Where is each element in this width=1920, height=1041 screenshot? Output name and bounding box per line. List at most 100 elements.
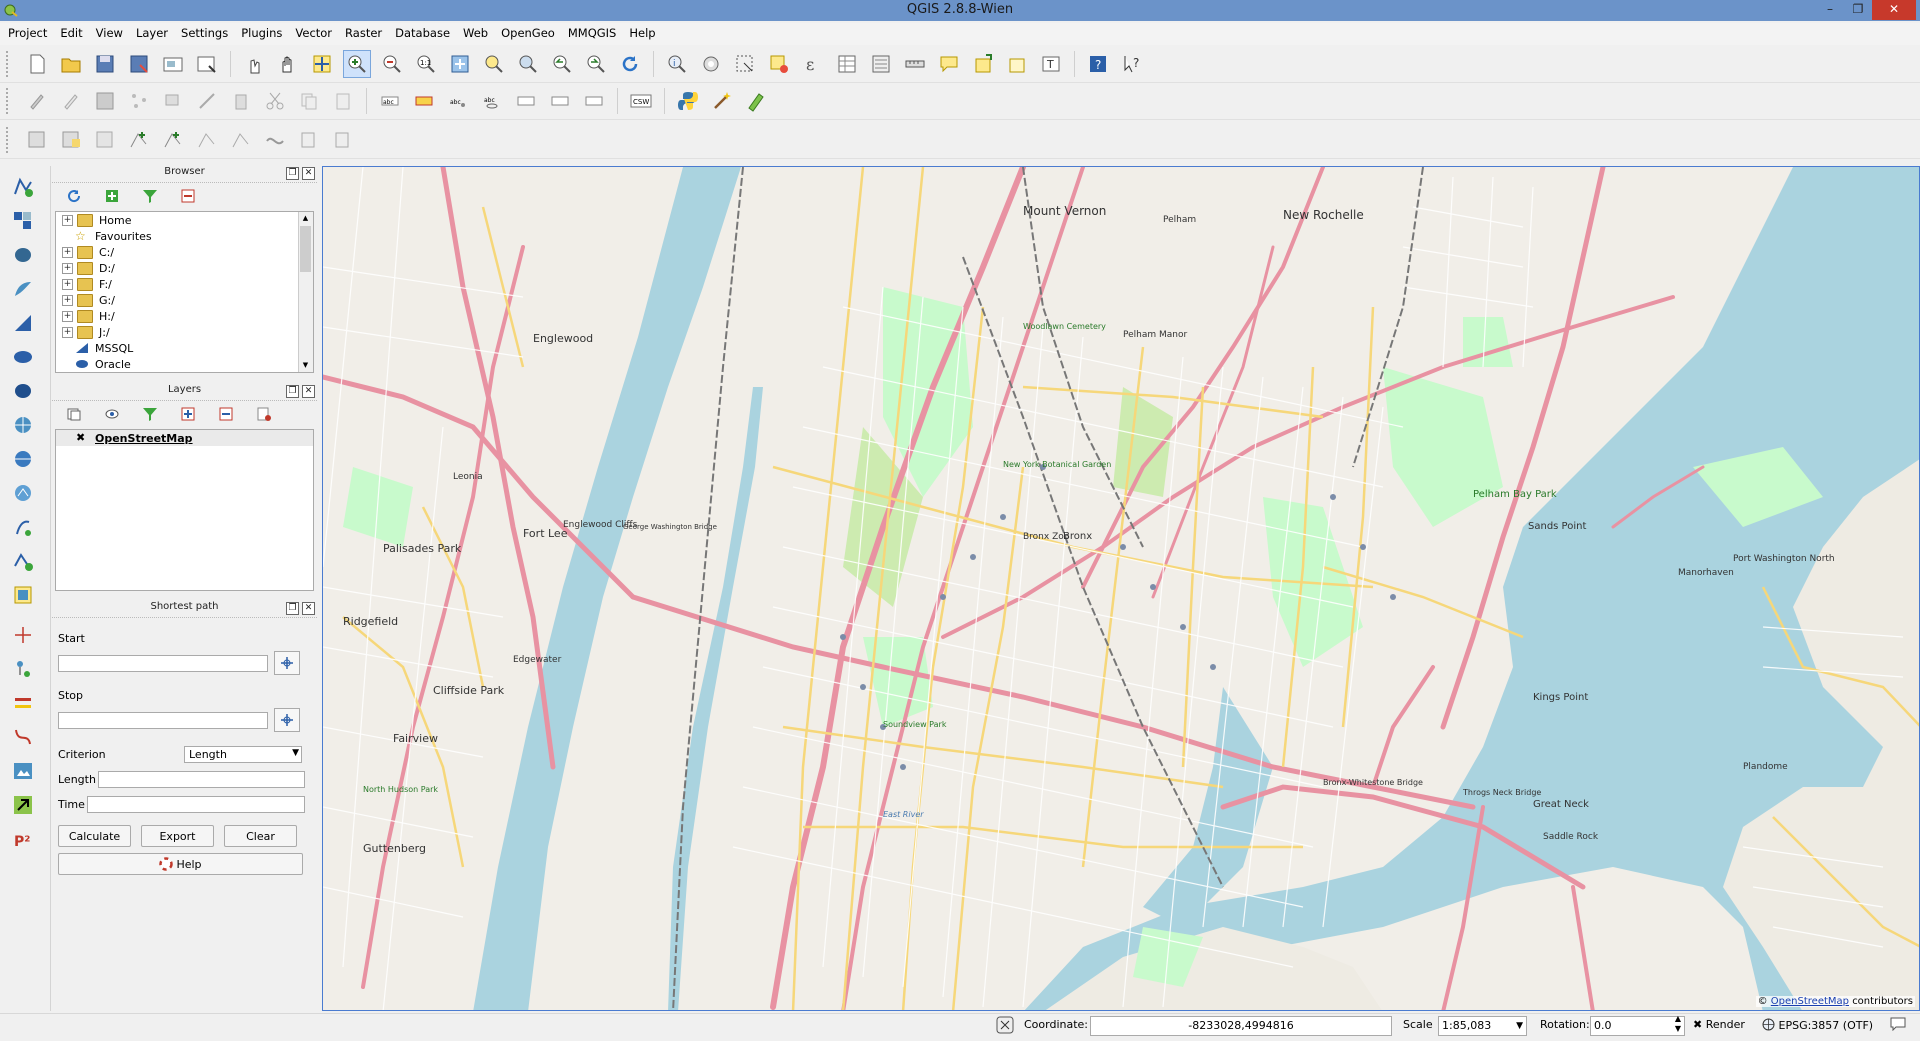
add-db2-layer-icon[interactable] — [10, 378, 36, 404]
add-raster-layer-icon[interactable] — [10, 208, 36, 234]
zoom-last-icon[interactable] — [549, 51, 575, 77]
browser-item-mssql[interactable]: MSSQL — [56, 340, 313, 356]
split-features-icon[interactable] — [330, 127, 356, 153]
export-button[interactable]: Export — [141, 825, 214, 847]
expand-all-icon[interactable] — [178, 404, 198, 424]
zoom-native-icon[interactable]: 1:1 — [413, 51, 439, 77]
restore-button[interactable]: ❐ — [1844, 0, 1872, 20]
zoom-out-icon[interactable] — [379, 51, 405, 77]
add-spatialite-layer-icon[interactable] — [10, 276, 36, 302]
time-field[interactable] — [87, 796, 305, 813]
add-oracle-layer-icon[interactable] — [10, 344, 36, 370]
run-feature-action-icon[interactable] — [698, 51, 724, 77]
layer-labeling-icon[interactable]: abc — [377, 88, 403, 114]
float-panel-button[interactable]: ❐ — [286, 385, 299, 398]
add-wfs-layer-icon[interactable] — [10, 480, 36, 506]
map-canvas[interactable]: Mount Vernon New Rochelle Pelham Pelham … — [322, 166, 1920, 1011]
delete-selected-icon[interactable] — [228, 88, 254, 114]
attribute-table-icon[interactable] — [834, 51, 860, 77]
remove-layer-icon[interactable] — [254, 404, 274, 424]
close-panel-button[interactable]: ✕ — [302, 385, 315, 398]
plugin-green-icon[interactable] — [743, 88, 769, 114]
close-panel-button[interactable]: ✕ — [302, 602, 315, 615]
expand-toggle[interactable]: + — [62, 294, 73, 306]
clear-button[interactable]: Clear — [224, 825, 297, 847]
browser-item-favourites[interactable]: ☆ Favourites — [56, 228, 313, 244]
measure-line-icon[interactable] — [902, 51, 928, 77]
touch-zoom-pan-icon[interactable] — [241, 51, 267, 77]
whats-this-icon[interactable]: ? — [1119, 51, 1145, 77]
browser-item-oracle[interactable]: Oracle — [56, 356, 313, 372]
set-stop-point-icon[interactable] — [10, 690, 36, 716]
zoom-next-icon[interactable] — [583, 51, 609, 77]
browser-item-home[interactable]: + Home — [56, 212, 313, 228]
route-icon[interactable] — [10, 724, 36, 750]
new-spatialite-icon[interactable] — [10, 582, 36, 608]
calculate-button[interactable]: Calculate — [58, 825, 131, 847]
browser-item-h[interactable]: + H:/ — [56, 308, 313, 324]
close-panel-button[interactable]: ✕ — [302, 167, 315, 180]
georeferencer-icon[interactable] — [10, 758, 36, 784]
scroll-thumb[interactable] — [300, 226, 311, 272]
help-button[interactable]: Help — [58, 853, 303, 875]
fill-ring-icon[interactable] — [92, 127, 118, 153]
add-mssql-layer-icon[interactable] — [10, 310, 36, 336]
coordinate-field[interactable]: -8233028,4994816 — [1090, 1016, 1392, 1036]
delete-ring-icon[interactable] — [194, 127, 220, 153]
collapse-all-icon[interactable] — [178, 186, 198, 206]
show-bookmarks-icon[interactable] — [1004, 51, 1030, 77]
move-label-icon[interactable] — [513, 88, 539, 114]
map-tips-icon[interactable] — [936, 51, 962, 77]
field-calculator-icon[interactable] — [868, 51, 894, 77]
current-edits-icon[interactable] — [24, 88, 50, 114]
deselect-features-icon[interactable] — [766, 51, 792, 77]
pick-start-button[interactable] — [274, 651, 300, 675]
spin-arrows-icon[interactable]: ▲ ▼ — [1675, 1014, 1681, 1034]
menu-vector[interactable]: Vector — [287, 23, 337, 45]
scroll-down-icon[interactable]: ▼ — [301, 361, 310, 370]
manage-visibility-icon[interactable] — [102, 404, 122, 424]
float-panel-button[interactable]: ❐ — [286, 167, 299, 180]
help-contents-icon[interactable]: ? — [1085, 51, 1111, 77]
close-button[interactable]: ✕ — [1872, 0, 1916, 20]
browser-item-c[interactable]: + C:/ — [56, 244, 313, 260]
new-print-composer-icon[interactable] — [160, 51, 186, 77]
stop-field[interactable] — [58, 711, 268, 729]
length-field[interactable] — [98, 771, 305, 788]
zoom-to-selection-icon[interactable] — [481, 51, 507, 77]
expand-toggle[interactable]: + — [62, 326, 73, 338]
copy-features-icon[interactable] — [296, 88, 322, 114]
menu-mmqgis[interactable]: MMQGIS — [560, 23, 622, 45]
add-vertex-icon[interactable] — [126, 127, 152, 153]
minimize-button[interactable]: – — [1816, 0, 1844, 20]
pan-map-icon[interactable] — [275, 51, 301, 77]
new-shapefile-icon[interactable] — [10, 548, 36, 574]
scroll-up-icon[interactable]: ▲ — [301, 214, 310, 223]
browser-item-f[interactable]: + F:/ — [56, 276, 313, 292]
layer-visibility-checkbox[interactable]: ✖ — [76, 432, 87, 444]
open-layer-styling-icon[interactable] — [64, 404, 84, 424]
paste-features-icon[interactable] — [330, 88, 356, 114]
add-point-icon[interactable] — [10, 622, 36, 648]
browser-scrollbar[interactable]: ▲ ▼ — [298, 212, 313, 372]
expand-toggle[interactable]: + — [62, 278, 73, 290]
menu-view[interactable]: View — [88, 23, 128, 45]
move-feature-icon[interactable] — [160, 88, 186, 114]
expand-toggle[interactable]: + — [62, 214, 73, 226]
node-tool-icon[interactable] — [194, 88, 220, 114]
show-hide-labels-icon[interactable]: abc — [479, 88, 505, 114]
add-part-icon[interactable] — [58, 127, 84, 153]
add-vector-layer-icon[interactable] — [10, 174, 36, 200]
pin-labels-icon[interactable]: abc — [445, 88, 471, 114]
messages-icon[interactable] — [1890, 1017, 1906, 1034]
rotation-spinbox[interactable]: 0.0 ▲ ▼ — [1590, 1014, 1685, 1036]
render-checkbox[interactable]: ✖ Render — [1693, 1018, 1745, 1031]
add-wcs-layer-icon[interactable] — [10, 446, 36, 472]
save-as-icon[interactable] — [126, 51, 152, 77]
add-delimited-text-icon[interactable] — [10, 514, 36, 540]
simplify-icon[interactable] — [160, 127, 186, 153]
cut-features-icon[interactable] — [262, 88, 288, 114]
arrow-plugin-icon[interactable] — [10, 792, 36, 818]
p2-plugin-icon[interactable]: P² — [10, 826, 36, 852]
delete-part-icon[interactable] — [228, 127, 254, 153]
